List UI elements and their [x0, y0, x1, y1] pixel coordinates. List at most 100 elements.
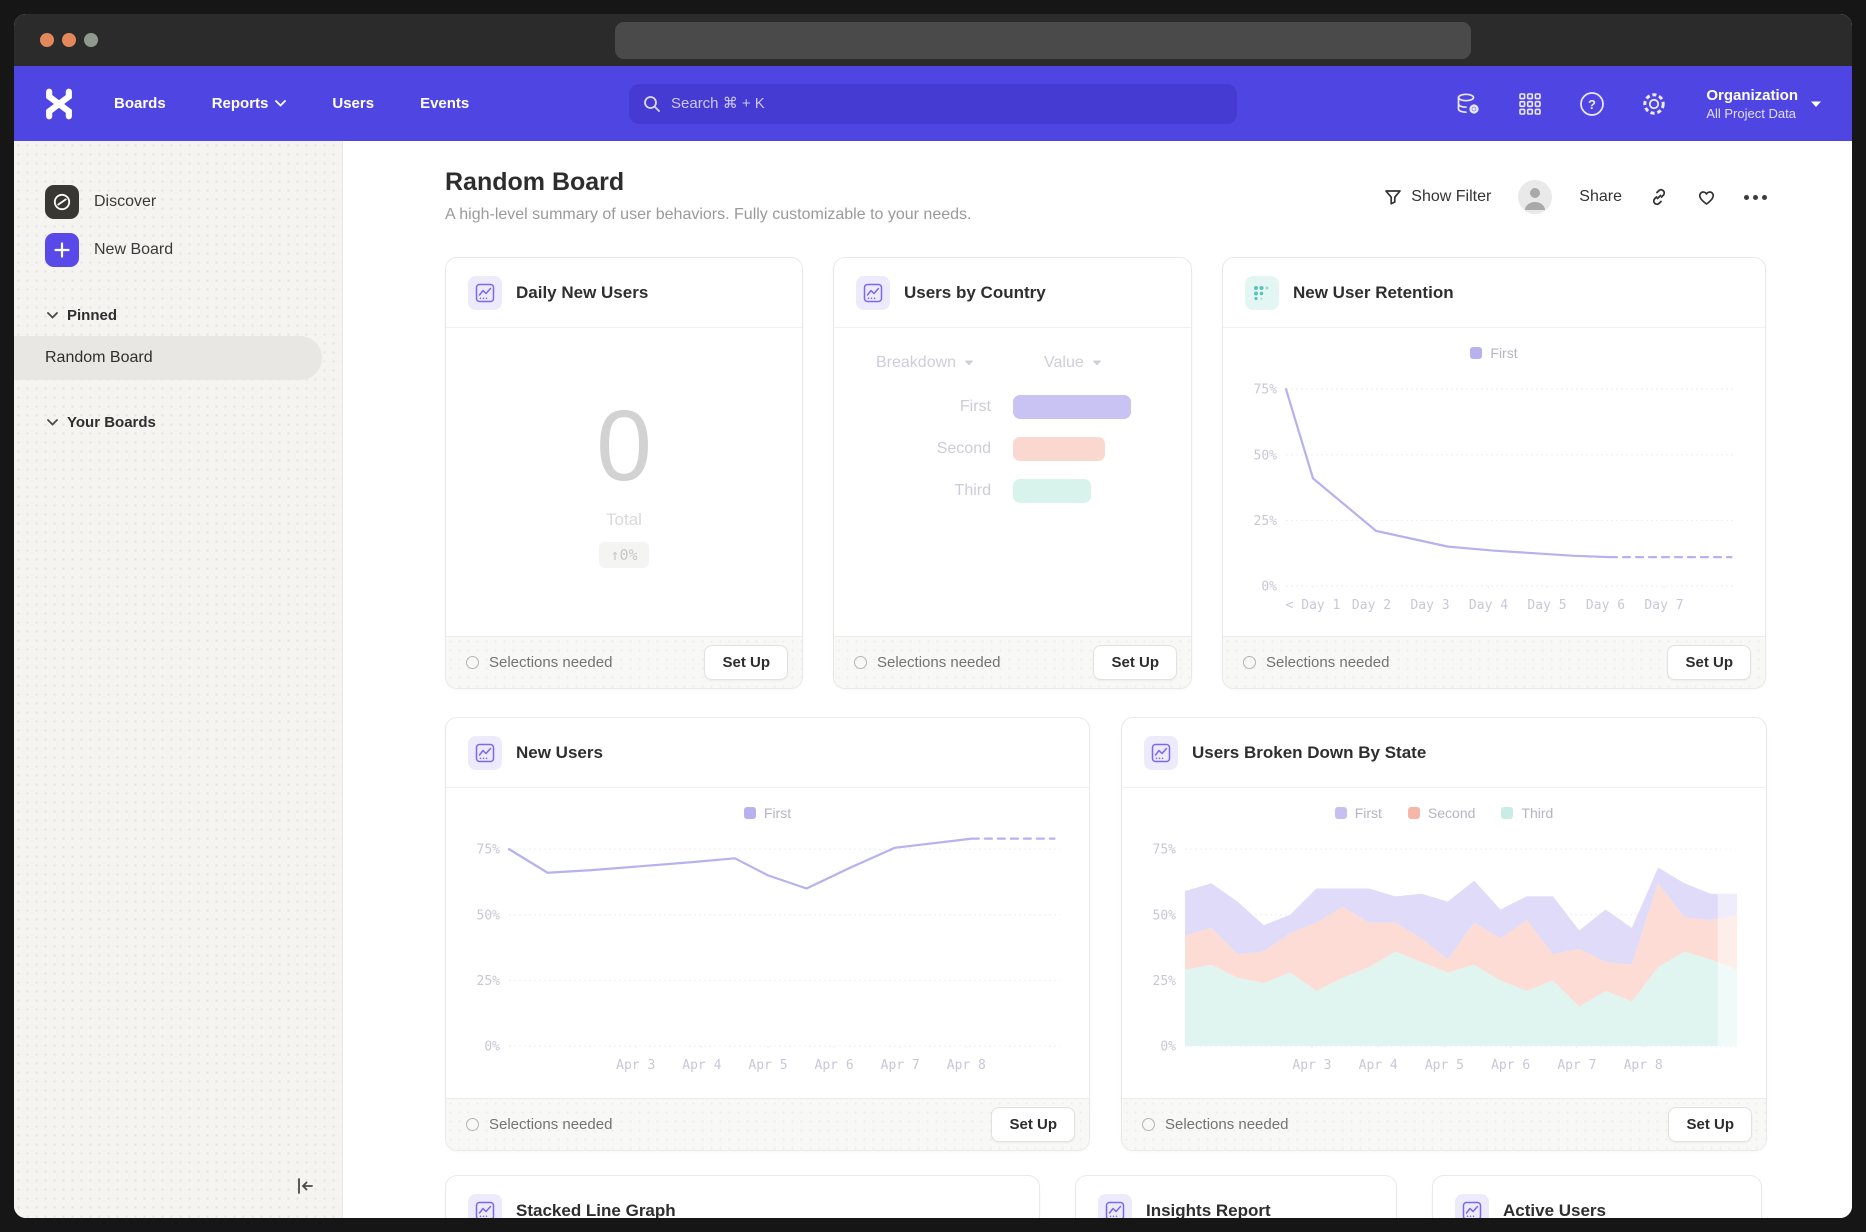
browser-address-bar[interactable]	[615, 22, 1471, 59]
line-chart-icon	[1144, 736, 1178, 770]
svg-text:75%: 75%	[1153, 843, 1177, 858]
status-text: Selections needed	[877, 654, 1000, 671]
breakdown-row: Third	[834, 478, 1191, 504]
breakdown-row: First	[834, 394, 1191, 420]
setup-button[interactable]: Set Up	[704, 645, 788, 680]
filter-funnel-icon	[1384, 188, 1402, 206]
sidebar-collapse-button[interactable]	[294, 1175, 316, 1202]
board-main: Random Board A high-level summary of use…	[343, 141, 1852, 1218]
discover-compass-icon	[45, 185, 79, 219]
svg-text:Apr 6: Apr 6	[1491, 1058, 1530, 1073]
window-zoom-button[interactable]	[84, 33, 98, 47]
setup-button[interactable]: Set Up	[1668, 1107, 1752, 1142]
card-title: Insights Report	[1146, 1201, 1271, 1218]
sidebar-section-pinned[interactable]: Pinned	[14, 307, 342, 324]
window-minimize-button[interactable]	[62, 33, 76, 47]
apps-grid-icon[interactable]	[1516, 90, 1544, 118]
more-options-button[interactable]	[1744, 195, 1767, 200]
status-circle-icon	[466, 1118, 479, 1131]
chevron-down-icon	[1810, 100, 1822, 108]
legend-item: Second	[1408, 804, 1475, 822]
settings-gear-icon[interactable]	[1640, 90, 1668, 118]
sidebar: Discover New Board Pinned Random Board Y…	[14, 141, 343, 1218]
card-daily-new-users: Daily New Users 0 Total ↑0% Selections n…	[445, 257, 803, 689]
browser-window: Boards Reports Users Events	[14, 14, 1852, 1218]
chevron-down-icon	[275, 100, 286, 107]
chevron-down-icon	[47, 419, 58, 426]
card-title: New Users	[516, 743, 603, 763]
chevron-down-icon	[1092, 360, 1102, 366]
legend-item: First	[744, 804, 791, 822]
data-management-icon[interactable]	[1454, 90, 1482, 118]
card-new-user-retention: New User Retention First 0%25%50%75%< Da…	[1222, 257, 1766, 689]
svg-text:Apr 8: Apr 8	[947, 1058, 986, 1073]
avatar[interactable]	[1518, 180, 1552, 214]
app-logo[interactable]	[44, 88, 76, 120]
line-chart-icon	[1455, 1194, 1489, 1218]
svg-text:Apr 3: Apr 3	[1292, 1058, 1331, 1073]
bar-first	[1013, 395, 1131, 419]
svg-text:0%: 0%	[1160, 1040, 1176, 1055]
kpi-delta-badge: ↑0%	[599, 542, 648, 568]
legend-item: First	[1470, 344, 1517, 362]
sidebar-item-discover[interactable]: Discover	[14, 185, 342, 219]
org-switcher[interactable]: Organization All Project Data	[1706, 87, 1822, 121]
line-chart-icon	[468, 1194, 502, 1218]
svg-text:Day 3: Day 3	[1410, 598, 1449, 613]
svg-text:25%: 25%	[477, 974, 501, 989]
favorite-button[interactable]	[1696, 187, 1717, 207]
card-title: New User Retention	[1293, 283, 1454, 303]
show-filter-button[interactable]: Show Filter	[1384, 188, 1491, 206]
help-icon[interactable]: ?	[1578, 90, 1606, 118]
search-input[interactable]	[671, 95, 1223, 112]
svg-text:Apr 4: Apr 4	[682, 1058, 721, 1073]
svg-text:Apr 8: Apr 8	[1624, 1058, 1663, 1073]
page-subtitle: A high-level summary of user behaviors. …	[445, 206, 971, 224]
sidebar-item-random-board-selected[interactable]: Random Board	[14, 336, 322, 380]
svg-text:Apr 3: Apr 3	[616, 1058, 655, 1073]
user-silhouette-icon	[1518, 180, 1552, 214]
svg-text:?: ?	[1588, 97, 1596, 112]
chevron-down-icon	[47, 312, 58, 319]
svg-text:Day 4: Day 4	[1469, 598, 1508, 613]
card-stacked-line-graph: Stacked Line Graph	[445, 1175, 1040, 1218]
link-icon	[1649, 187, 1669, 207]
card-insights-report: Insights Report	[1075, 1175, 1397, 1218]
svg-text:Apr 4: Apr 4	[1359, 1058, 1398, 1073]
legend-swatch	[1501, 807, 1513, 819]
nav-menu: Boards Reports Users Events	[114, 95, 469, 112]
setup-button[interactable]: Set Up	[991, 1107, 1075, 1142]
svg-text:25%: 25%	[1153, 974, 1177, 989]
setup-button[interactable]: Set Up	[1667, 645, 1751, 680]
traffic-lights	[40, 33, 98, 47]
share-button[interactable]: Share	[1579, 188, 1622, 206]
plus-icon	[45, 233, 79, 267]
svg-text:Day 7: Day 7	[1644, 598, 1683, 613]
setup-button[interactable]: Set Up	[1093, 645, 1177, 680]
svg-text:Apr 6: Apr 6	[815, 1058, 854, 1073]
card-users-by-state: Users Broken Down By State FirstSecondTh…	[1121, 717, 1767, 1151]
nav-item-boards[interactable]: Boards	[114, 95, 166, 112]
nav-item-reports[interactable]: Reports	[212, 95, 287, 112]
card-title: Stacked Line Graph	[516, 1201, 676, 1218]
window-close-button[interactable]	[40, 33, 54, 47]
breakdown-dropdown[interactable]: Breakdown	[876, 354, 974, 372]
retention-dots-icon	[1245, 276, 1279, 310]
search-bar[interactable]	[629, 84, 1237, 124]
svg-text:Day 5: Day 5	[1527, 598, 1566, 613]
copy-link-button[interactable]	[1649, 187, 1669, 207]
svg-text:50%: 50%	[1153, 908, 1177, 923]
legend-item: First	[1335, 804, 1382, 822]
nav-item-events[interactable]: Events	[420, 95, 469, 112]
card-title: Users Broken Down By State	[1192, 743, 1426, 763]
status-text: Selections needed	[489, 1116, 612, 1133]
sidebar-section-your-boards[interactable]: Your Boards	[14, 414, 342, 431]
kpi-label: Total	[606, 510, 642, 530]
sidebar-item-new-board[interactable]: New Board	[14, 233, 342, 267]
svg-text:0%: 0%	[484, 1040, 500, 1055]
desktop-background: Boards Reports Users Events	[0, 0, 1866, 1232]
svg-text:50%: 50%	[1254, 448, 1278, 463]
new-users-chart: 0%25%50%75%Apr 3Apr 4Apr 5Apr 6Apr 7Apr …	[446, 826, 1089, 1076]
value-dropdown[interactable]: Value	[1044, 354, 1102, 372]
nav-item-users[interactable]: Users	[332, 95, 374, 112]
